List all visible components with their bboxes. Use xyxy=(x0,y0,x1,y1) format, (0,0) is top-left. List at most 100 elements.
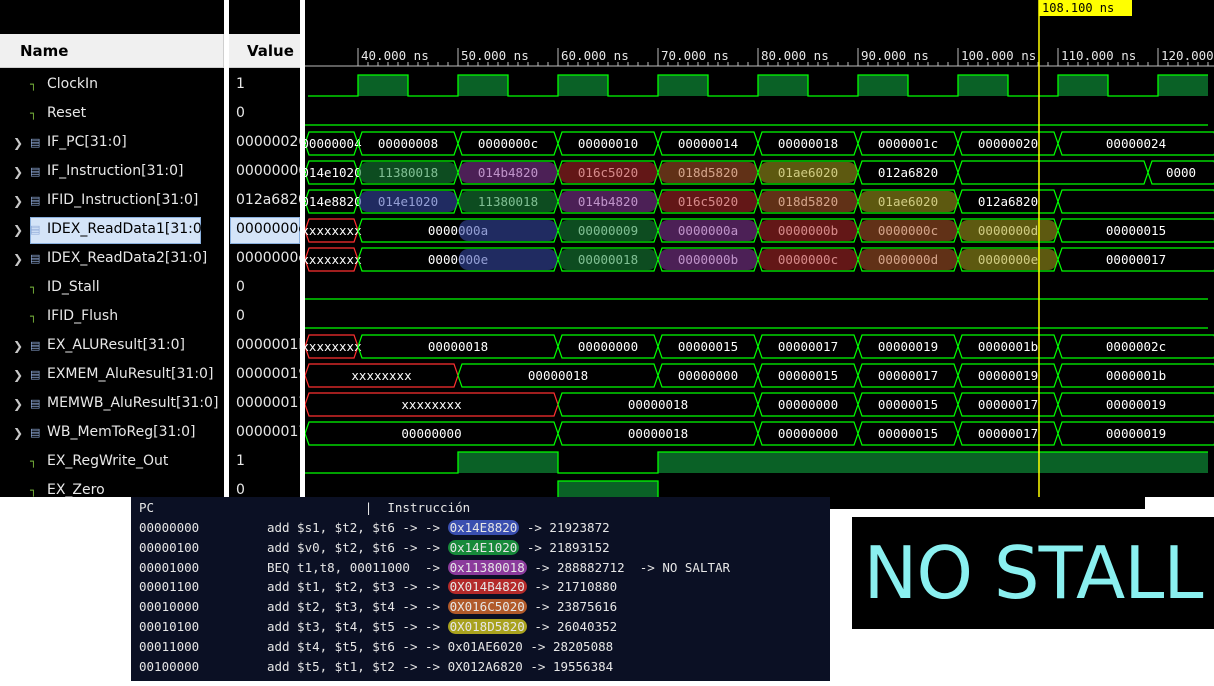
time-tick-label: 100.000 ns xyxy=(961,48,1036,63)
branch-note: -> NO SALTAR xyxy=(639,559,731,575)
assembly-text: BEQ t1,t8, 00011000 -> xyxy=(266,559,441,575)
time-tick-label: 110.000 ns xyxy=(1061,48,1136,63)
highlighter-mark xyxy=(959,249,1057,270)
signal-row[interactable]: ❯ ▤ IF_PC[31:0] 00000020 xyxy=(0,129,300,158)
time-tick-label: 40.000 ns xyxy=(361,48,429,63)
assembly-text: add $v0, $t2, $t6 -> -> xyxy=(266,539,441,555)
expand-chevron-icon[interactable]: ❯ xyxy=(13,397,23,411)
signal-row[interactable]: ┐ ClockIn 1 xyxy=(0,71,300,100)
expand-chevron-icon[interactable]: ❯ xyxy=(13,368,23,382)
bus-signal-icon: ▤ xyxy=(30,339,41,352)
expand-chevron-icon[interactable]: ❯ xyxy=(13,194,23,208)
bus-value-label: 00000018 xyxy=(628,426,688,441)
highlighter-mark xyxy=(659,249,757,270)
pc-value: 00001000 xyxy=(139,559,200,575)
bus-value-label: 00000019 xyxy=(1106,397,1166,412)
bus-signal-icon: ▤ xyxy=(30,252,41,265)
bus-value-label: 012a6820 xyxy=(878,165,938,180)
signal-row[interactable]: ❯ ▤ MEMWB_AluResult[31:0] 00000017 xyxy=(0,390,300,419)
signal-value: 00000000 xyxy=(236,163,300,179)
signal-row[interactable]: ❯ ▤ IDEX_ReadData2[31:0] 0000000e xyxy=(0,245,300,274)
time-tick-label: 60.000 ns xyxy=(561,48,629,63)
time-tick-label: 90.000 ns xyxy=(861,48,929,63)
highlighter-mark xyxy=(659,191,757,212)
signal-row[interactable]: ❯ ▤ IF_Instruction[31:0] 00000000 xyxy=(0,158,300,187)
signal-row[interactable]: ❯ ▤ WB_MemToReg[31:0] 00000017 xyxy=(0,419,300,448)
signal-name: IDEX_ReadData2[31:0] xyxy=(47,250,208,266)
signal-list-panel: Name Value ┐ ClockIn 1 ┐ Reset 0 ❯ ▤ IF_PC[31:0]… xyxy=(0,0,302,497)
signal-name: IFID_Flush xyxy=(47,308,119,324)
highlighter-mark xyxy=(459,220,557,241)
signal-value: 1 xyxy=(236,76,245,92)
pc-value: 00001100 xyxy=(139,579,200,595)
bus-signal-icon: ▤ xyxy=(30,223,41,236)
signal-name: WB_MemToReg[31:0] xyxy=(47,424,196,440)
expand-chevron-icon[interactable]: ❯ xyxy=(13,252,23,266)
signal-row[interactable]: ┐ IFID_Flush 0 xyxy=(0,303,300,332)
time-tick-label: 50.000 ns xyxy=(461,48,529,63)
terminal-row: 00011000 add $t4, $t5, $t6 -> -> 0x01AE6… xyxy=(139,639,613,658)
signal-row[interactable]: ┐ Reset 0 xyxy=(0,100,300,129)
signal-value: 0000000d xyxy=(236,221,300,237)
bus-value-label: 0000002c xyxy=(1106,339,1166,354)
highlighter-mark xyxy=(559,249,657,270)
bit-waveform xyxy=(305,480,1208,503)
bus-value-label: 00000000 xyxy=(678,368,738,383)
bus-value-label: 00000017 xyxy=(978,397,1038,412)
highlighter-mark xyxy=(459,191,557,212)
signal-value: 00000017 xyxy=(236,424,300,440)
bus-value-label: 0000001b xyxy=(978,339,1038,354)
signal-row[interactable]: ❯ ▤ EX_ALUResult[31:0] 0000001b xyxy=(0,332,300,361)
signal-row[interactable]: ❯ ▤ IFID_Instruction[31:0] 012a6820 xyxy=(0,187,300,216)
signal-row[interactable]: ┐ ID_Stall 0 xyxy=(0,274,300,303)
bit-signal-icon: ┐ xyxy=(30,484,37,497)
pc-value: 00100000 xyxy=(139,658,200,674)
signal-row[interactable]: ┐ EX_Zero 0 xyxy=(0,477,300,497)
bus-value-label: xxxxxxxx xyxy=(305,223,362,238)
highlighter-mark xyxy=(859,220,957,241)
signal-value: 0 xyxy=(236,105,245,121)
bus-value-label: 00000000 xyxy=(578,339,638,354)
bus-value-label: 00000008 xyxy=(378,136,438,151)
high-level-fill xyxy=(858,75,908,96)
value-column-header[interactable]: Value xyxy=(229,34,302,68)
pc-value: 00010000 xyxy=(139,599,200,615)
header-separator: | xyxy=(364,500,373,515)
bus-value-label: 00000015 xyxy=(878,426,938,441)
signal-name: EX_ALUResult[31:0] xyxy=(47,337,185,353)
decimal-value: -> 21893152 xyxy=(526,539,610,555)
expand-chevron-icon[interactable]: ❯ xyxy=(13,223,23,237)
bus-value-label: xxxxxxxx xyxy=(351,368,412,383)
bus-signal-icon: ▤ xyxy=(30,368,41,381)
bus-value-label: 00000019 xyxy=(1106,426,1166,441)
signal-value: 0000001b xyxy=(236,337,300,353)
expand-chevron-icon[interactable]: ❯ xyxy=(13,426,23,440)
bus-value-label: 00000015 xyxy=(678,339,738,354)
expand-chevron-icon[interactable]: ❯ xyxy=(13,165,23,179)
instruction-terminal: PC | Instrucción 00000000 add $s1, $t2, … xyxy=(131,497,830,681)
signal-name: Reset xyxy=(47,105,87,121)
signal-row[interactable]: ❯ ▤ EXMEM_AluResult[31:0] 00000019 xyxy=(0,361,300,390)
decimal-value: -> 19556384 xyxy=(530,658,614,674)
pc-header: PC xyxy=(139,500,155,515)
hex-code: 0x14E8820 xyxy=(447,520,520,535)
expand-chevron-icon[interactable]: ❯ xyxy=(13,339,23,353)
high-level-fill xyxy=(658,452,1208,473)
assembly-text: add $t1, $t2, $t3 -> -> xyxy=(266,579,441,595)
signal-row[interactable]: ┐ EX_RegWrite_Out 1 xyxy=(0,448,300,477)
signal-value: 0 xyxy=(236,279,245,295)
cursor-time-label[interactable]: 108.100 ns xyxy=(1039,0,1132,16)
highlighter-mark xyxy=(759,220,857,241)
signal-value: 1 xyxy=(236,453,245,469)
hex-code: 0X016C5020 xyxy=(447,599,527,615)
high-level-fill xyxy=(1158,75,1208,96)
expand-chevron-icon[interactable]: ❯ xyxy=(13,136,23,150)
name-column-header[interactable]: Name xyxy=(0,34,224,68)
panel-divider[interactable] xyxy=(300,0,302,497)
terminal-header: PC | Instrucción xyxy=(139,500,470,519)
signal-row[interactable]: ❯ ▤ IDEX_ReadData1[31:0] 0000000d xyxy=(0,216,300,245)
highlighter-mark xyxy=(859,191,957,212)
waveform-area[interactable]: 40.000 ns 50.000 ns 60.000 ns 70.000 ns 80.0… xyxy=(301,0,1214,503)
assembly-text: add $t5, $t1, $t2 -> -> xyxy=(266,658,441,674)
high-level-fill xyxy=(1058,75,1108,96)
